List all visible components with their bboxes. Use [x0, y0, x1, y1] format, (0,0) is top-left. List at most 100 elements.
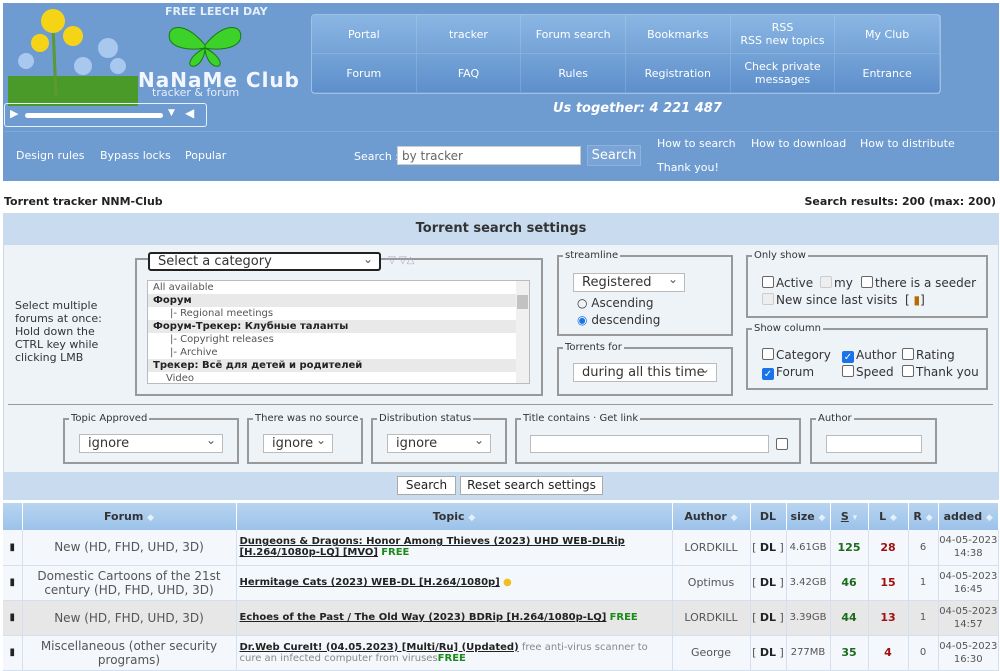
leechers-cell: 15	[868, 565, 909, 601]
torrent-file-icon[interactable]: ▮	[3, 600, 23, 636]
added-column-header[interactable]: added ◆	[938, 503, 999, 530]
title-contains-input[interactable]	[530, 435, 769, 453]
torrent-file-icon[interactable]: ▮	[3, 530, 23, 566]
download-link[interactable]: [ DL ]	[750, 530, 787, 566]
link-how-to-search[interactable]: How to search	[657, 137, 736, 150]
topic-link[interactable]: Echoes of the Past / The Old Way (2023) …	[240, 612, 607, 623]
category-column-checkbox[interactable]: Category	[762, 348, 831, 362]
expand-collapse-icons[interactable]: ·▽·▽△	[385, 255, 414, 266]
nav-forum[interactable]: Forum	[312, 54, 417, 93]
forum-cell[interactable]: New (HD, FHD, UHD, 3D)	[22, 530, 237, 566]
author-cell[interactable]: LORDKILL	[672, 600, 751, 636]
nav-faq[interactable]: FAQ	[416, 54, 522, 93]
play-icon[interactable]: ▶	[10, 107, 18, 120]
forum-cell[interactable]: Domestic Cartoons of the 21st century (H…	[22, 565, 237, 601]
author-column-header[interactable]: Author ◆	[672, 503, 751, 530]
topic-link[interactable]: Dr.Web CureIt! (04.05.2023) [Multi/Ru] (…	[240, 642, 519, 653]
multi-select-hint: Select multiple forums at once: Hold dow…	[15, 299, 102, 364]
added-cell: 04-05-2023 14:38	[938, 530, 999, 566]
size-cell: 277MB	[786, 635, 831, 671]
search-button[interactable]: Search	[587, 145, 641, 166]
my-checkbox[interactable]: my	[820, 276, 853, 290]
only-show-legend: Only show	[754, 250, 806, 261]
link-popular[interactable]: Popular	[185, 149, 226, 162]
topic-link[interactable]: Hermitage Cats (2023) WEB-DL [H.264/1080…	[240, 577, 500, 588]
link-bypass-locks[interactable]: Bypass locks	[100, 149, 171, 162]
nav-registration[interactable]: Registration	[625, 54, 731, 93]
reset-settings-button[interactable]: Reset search settings	[460, 476, 603, 495]
forum-option[interactable]: Форум	[148, 294, 529, 307]
player-progress[interactable]	[25, 113, 163, 118]
nav-rules[interactable]: Rules	[521, 54, 626, 93]
replies-column-header[interactable]: R ◆	[908, 503, 939, 530]
sort-by-select[interactable]: Registered	[573, 272, 685, 292]
size-cell: 4.61GB	[786, 530, 831, 566]
download-link[interactable]: [ DL ]	[750, 565, 787, 601]
author-cell[interactable]: Optimus	[672, 565, 751, 601]
forum-option[interactable]: Video	[148, 372, 529, 383]
forum-option[interactable]: Трекер: Всё для детей и родителей	[148, 359, 529, 372]
nav-forum-search[interactable]: Forum search	[521, 15, 626, 54]
forum-column-header[interactable]: Forum ◆	[22, 503, 237, 530]
forum-option[interactable]: Форум-Трекер: Клубные таланты	[148, 320, 529, 333]
forum-column-checkbox[interactable]: ✓ Forum	[762, 365, 814, 380]
new-since-checkbox[interactable]: New since last visits [ ▮]	[762, 293, 925, 307]
torrent-file-icon[interactable]: ▮	[3, 635, 23, 671]
search-input[interactable]: by tracker	[397, 146, 581, 165]
topic-approved-select[interactable]: ignore	[79, 433, 223, 453]
forum-option[interactable]: |- Copyright releases	[148, 333, 529, 346]
descending-radio[interactable]: ◉ descending	[577, 313, 660, 327]
author-input[interactable]	[826, 435, 922, 453]
dropdown-icon[interactable]: ▼	[168, 108, 175, 118]
size-cell: 3.39GB	[786, 600, 831, 636]
seeders-column-header[interactable]: S ▾	[830, 503, 869, 530]
search-submit-button[interactable]: Search	[397, 476, 456, 495]
download-link[interactable]: [ DL ]	[750, 635, 787, 671]
forum-listbox[interactable]: All available Форум |- Regional meetings Фо…	[147, 280, 530, 384]
nav-bookmarks[interactable]: Bookmarks	[625, 15, 731, 54]
author-column-checkbox[interactable]: ✓ Author	[842, 348, 896, 363]
leechers-column-header[interactable]: L ◆	[868, 503, 909, 530]
link-thank-you[interactable]: Thank you!	[657, 161, 719, 174]
nav-my-club[interactable]: My Club	[835, 15, 940, 54]
rating-column-checkbox[interactable]: Rating	[902, 348, 955, 362]
get-link-checkbox[interactable]	[776, 438, 790, 452]
search-results-count: Search results: 200 (max: 200)	[804, 195, 997, 208]
radio-player[interactable]: ▶ ▼ ◀	[4, 103, 207, 127]
author-cell[interactable]: George	[672, 635, 751, 671]
listbox-scrollbar[interactable]	[516, 281, 529, 383]
author-cell[interactable]: LORDKILL	[672, 530, 751, 566]
active-checkbox[interactable]: Active	[762, 276, 813, 290]
nav-entrance[interactable]: Entrance	[835, 54, 940, 93]
link-how-to-download[interactable]: How to download	[751, 137, 846, 150]
seeder-checkbox[interactable]: there is a seeder	[861, 276, 976, 290]
user-count: Us together: 4 221 487	[553, 101, 722, 116]
leechers-cell: 13	[868, 600, 909, 636]
forum-option[interactable]: |- Archive	[148, 346, 529, 359]
no-source-select[interactable]: ignore	[263, 433, 333, 453]
topic-column-header[interactable]: Topic ◆	[236, 503, 673, 530]
link-how-to-distribute[interactable]: How to distribute	[860, 137, 955, 150]
nav-private-messages[interactable]: Check private messages	[730, 54, 836, 93]
forum-option[interactable]: All available	[148, 281, 529, 294]
speed-column-checkbox[interactable]: Speed	[842, 365, 894, 379]
forum-option[interactable]: |- Regional meetings	[148, 307, 529, 320]
nav-rss[interactable]: RSS RSS new topics	[730, 15, 836, 54]
torrents-for-select[interactable]: during all this time	[573, 362, 717, 382]
nav-tracker[interactable]: tracker	[416, 15, 522, 54]
download-link[interactable]: [ DL ]	[750, 600, 787, 636]
torrent-file-icon[interactable]: ▮	[3, 565, 23, 601]
ascending-radio[interactable]: ○ Ascending	[577, 296, 654, 310]
icon-column-header	[3, 503, 23, 530]
link-design-rules[interactable]: Design rules	[16, 149, 85, 162]
forum-cell[interactable]: New (HD, FHD, UHD, 3D)	[22, 600, 237, 636]
free-badge: FREE	[437, 652, 466, 664]
size-column-header[interactable]: size ◆	[786, 503, 831, 530]
category-select[interactable]: Select a category	[148, 252, 381, 271]
thanks-column-checkbox[interactable]: Thank you	[902, 365, 979, 379]
topic-link[interactable]: Dungeons & Dragons: Honor Among Thieves …	[240, 536, 625, 558]
distribution-status-select[interactable]: ignore	[387, 433, 491, 453]
forum-cell[interactable]: Miscellaneous (other security programs)	[22, 635, 237, 671]
nav-portal[interactable]: Portal	[312, 15, 417, 54]
volume-icon[interactable]: ◀	[185, 106, 194, 120]
